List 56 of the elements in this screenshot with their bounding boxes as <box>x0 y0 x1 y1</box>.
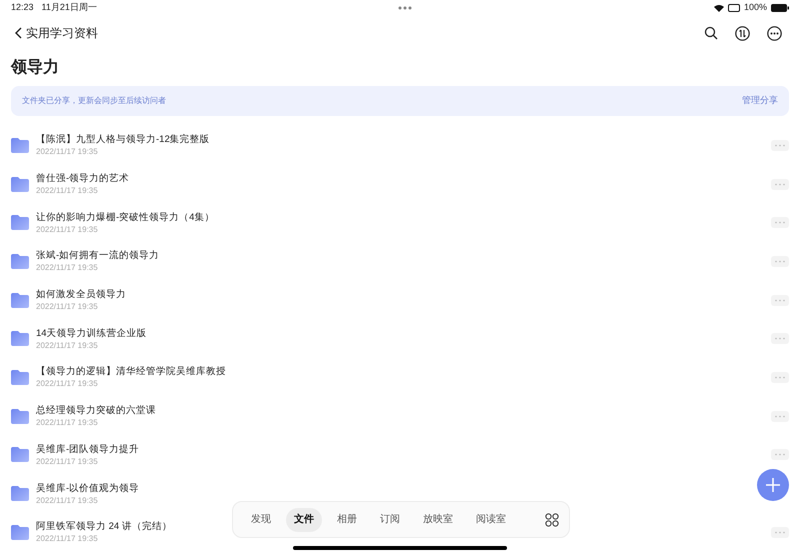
folder-date: 2022/11/17 19:35 <box>36 301 98 312</box>
folder-icon <box>11 292 29 308</box>
status-time: 12:23 <box>11 1 34 14</box>
folder-name: 让你的影响力爆棚-突破性领导力（4集） <box>36 210 214 224</box>
folder-date: 2022/11/17 19:35 <box>36 224 98 235</box>
folder-icon <box>11 331 29 346</box>
folder-name: 【陈泯】九型人格与领导力-12集完整版 <box>36 133 210 146</box>
share-notice: 文件夹已分享，更新会同步至后续访问者 <box>22 95 166 107</box>
page-title: 领导力 <box>10 58 60 78</box>
folder-icon <box>11 254 29 269</box>
folder-icon <box>11 370 29 385</box>
more-dots-icon <box>398 6 412 10</box>
folder-date: 2022/11/17 19:35 <box>36 533 98 544</box>
folder-date: 2022/11/17 19:35 <box>36 417 98 428</box>
folder-date: 2022/11/17 19:35 <box>36 146 98 158</box>
battery-icon <box>770 4 789 12</box>
back-chevron-icon <box>14 27 22 39</box>
folder-icon <box>11 215 29 230</box>
folder-name: 张斌-如何拥有一流的领导力 <box>36 249 160 262</box>
grid-icon[interactable] <box>545 512 559 526</box>
wifi-icon <box>714 4 724 12</box>
folder-name: 14天领导力训练营企业版 <box>36 326 147 340</box>
folder-name: 吴维库-团队领导力提升 <box>36 442 140 456</box>
search-icon[interactable] <box>704 26 718 40</box>
folder-icon <box>11 524 29 540</box>
folder-name: 曾仕强-领导力的艺术 <box>36 172 130 186</box>
folder-name: 阿里铁军领导力 24 讲（完结） <box>36 520 172 534</box>
folder-date: 2022/11/17 19:35 <box>36 185 98 196</box>
tab[interactable]: 发现 <box>243 508 279 532</box>
plus-icon <box>766 478 780 492</box>
tab[interactable]: 相册 <box>329 508 365 532</box>
network-badge-icon <box>728 4 740 12</box>
folder-icon <box>11 138 29 153</box>
folder-name: 如何激发全员领导力 <box>36 288 126 302</box>
folder-icon <box>11 408 29 424</box>
folder-name: 吴维库-以价值观为领导 <box>36 482 140 495</box>
folder-icon <box>11 486 29 502</box>
back-button[interactable]: 实用学习资料 <box>14 24 98 42</box>
folder-date: 2022/11/17 19:35 <box>36 378 98 390</box>
folder-date: 2022/11/17 19:35 <box>36 456 98 467</box>
status-date: 11月21日周一 <box>42 1 97 14</box>
folder-date: 2022/11/17 19:35 <box>36 494 98 506</box>
add-button[interactable] <box>757 469 789 501</box>
folder-icon <box>11 447 29 462</box>
folder-name: 【领导力的逻辑】清华经管学院吴维库教授 <box>36 365 226 378</box>
tab[interactable]: 放映室 <box>415 508 461 532</box>
sort-icon[interactable] <box>735 26 750 40</box>
folder-date: 2022/11/17 19:35 <box>36 262 98 274</box>
battery-percent: 100% <box>744 1 767 14</box>
tab[interactable]: 阅读室 <box>468 508 514 532</box>
tab[interactable]: 订阅 <box>372 508 408 532</box>
more-icon[interactable] <box>767 26 782 40</box>
folder-icon <box>11 176 29 192</box>
tab[interactable]: 文件 <box>286 508 322 532</box>
folder-date: 2022/11/17 19:35 <box>36 340 98 351</box>
folder-name: 总经理领导力突破的六堂课 <box>36 404 156 418</box>
